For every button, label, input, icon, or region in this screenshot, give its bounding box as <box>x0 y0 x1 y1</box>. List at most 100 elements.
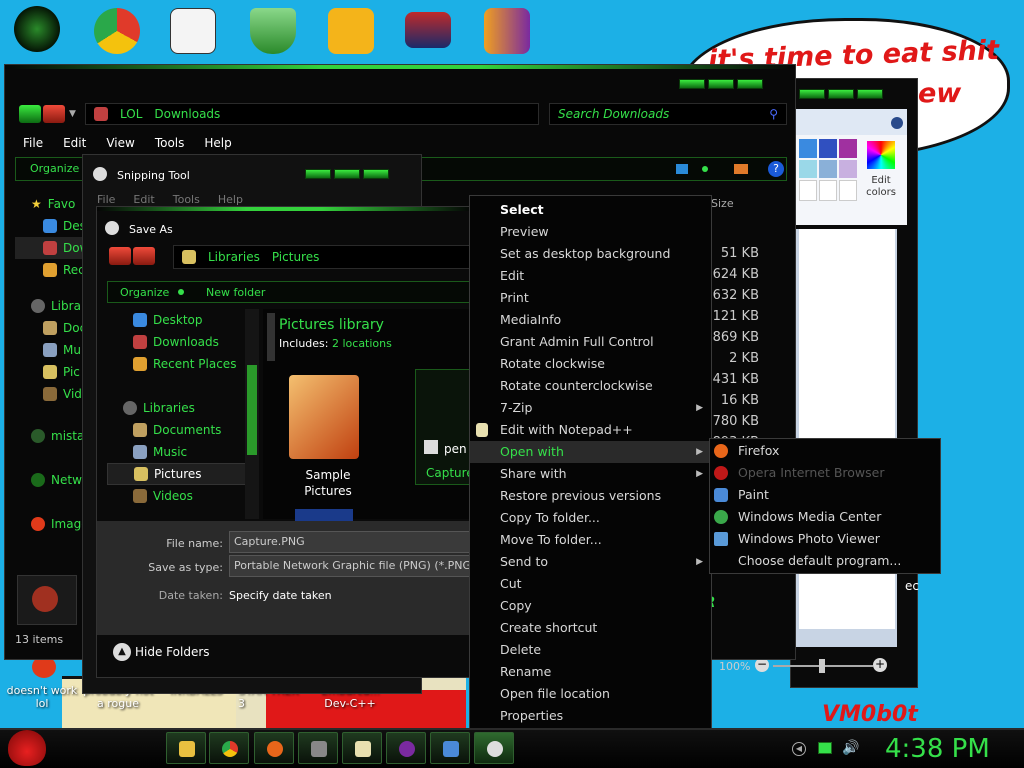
taskbar-chrome[interactable] <box>209 732 249 764</box>
new-folder-button[interactable]: New folder <box>206 286 265 299</box>
menu-item-mediainfo[interactable]: MediaInfo <box>470 309 711 331</box>
menu-item-edit[interactable]: Edit <box>470 265 711 287</box>
menu-item-send-to[interactable]: Send to ▶ <box>470 551 711 573</box>
nav-recent[interactable]: Rec <box>43 259 87 281</box>
edit-colors-button[interactable]: Edit colors <box>859 175 903 199</box>
nav-music[interactable]: Music <box>133 441 257 463</box>
zoom-slider-thumb[interactable] <box>819 659 825 673</box>
chevron-up-icon[interactable]: ▲ <box>113 643 131 661</box>
scrollbar-thumb[interactable] <box>247 365 257 455</box>
menu-item-delete[interactable]: Delete <box>470 639 711 661</box>
menu-item-cut[interactable]: Cut <box>470 573 711 595</box>
menu-item-7zip[interactable]: 7-Zip ▶ <box>470 397 711 419</box>
nav-documents[interactable]: Doc <box>43 317 87 339</box>
back-button[interactable] <box>19 105 41 123</box>
screensaver-icon[interactable] <box>405 12 451 48</box>
nav-music[interactable]: Mu <box>43 339 87 361</box>
menu-item-create-shortcut[interactable]: Create shortcut <box>470 617 711 639</box>
menu-item-rename[interactable]: Rename <box>470 661 711 683</box>
window-controls[interactable] <box>679 79 763 89</box>
menu-item-set-background[interactable]: Set as desktop background <box>470 243 711 265</box>
color-palette[interactable] <box>799 139 859 201</box>
show-hidden-icons-icon[interactable]: ◀ <box>792 742 806 756</box>
includes-link[interactable]: 2 locations <box>332 337 392 350</box>
breadcrumb-item[interactable]: Libraries <box>208 250 260 264</box>
folder-label[interactable]: Sample Pictures <box>273 467 383 499</box>
menu-file[interactable]: File <box>23 136 43 150</box>
volume-icon[interactable]: 🔊 <box>842 740 859 756</box>
menu-tools[interactable]: Tools <box>173 193 200 206</box>
menu-item-rotate-cw[interactable]: Rotate clockwise <box>470 353 711 375</box>
nav-desktop[interactable]: Desktop <box>133 309 257 331</box>
forward-button[interactable] <box>133 247 155 265</box>
organize-button[interactable]: Organize <box>120 286 169 299</box>
selected-file-tile[interactable]: pen Capture <box>415 369 475 485</box>
menu-file[interactable]: File <box>97 193 115 206</box>
mistake-icon[interactable] <box>14 6 60 52</box>
view-icon[interactable] <box>676 164 688 174</box>
menu-item-open-with[interactable]: Open with ▶ <box>470 441 711 463</box>
column-header-size[interactable]: Size <box>711 193 771 215</box>
zoom-out-button[interactable]: − <box>755 658 769 672</box>
menu-edit[interactable]: Edit <box>133 193 154 206</box>
nav-pictures[interactable]: Pictures <box>107 463 257 485</box>
menu-item-select[interactable]: Select <box>470 199 711 221</box>
solitaire-icon[interactable] <box>170 8 216 54</box>
file-list[interactable]: Pictures library Includes: 2 locations S… <box>263 309 475 521</box>
search-input[interactable]: Search Downloads ⚲ <box>549 103 787 125</box>
menu-item-rotate-ccw[interactable]: Rotate counterclockwise <box>470 375 711 397</box>
open-with-firefox[interactable]: Firefox <box>710 440 940 462</box>
menu-item-preview[interactable]: Preview <box>470 221 711 243</box>
nav-downloads[interactable]: Downloads <box>133 331 257 353</box>
taskbar-firefox[interactable] <box>254 732 294 764</box>
zoom-in-button[interactable]: + <box>873 658 887 672</box>
save-as-dialog[interactable]: Save As Libraries Pictures Organize New … <box>96 206 475 678</box>
taskbar-paint[interactable] <box>430 732 470 764</box>
menu-help[interactable]: Help <box>204 136 231 150</box>
menu-tools[interactable]: Tools <box>155 136 185 150</box>
open-with-paint[interactable]: Paint <box>710 484 940 506</box>
menu-help[interactable]: Help <box>218 193 243 206</box>
nav-image[interactable]: Image <box>31 513 89 535</box>
desktop-icon-label[interactable]: doesn't work lol <box>2 684 82 710</box>
taskbar-tor[interactable] <box>386 732 426 764</box>
back-button[interactable] <box>109 247 131 265</box>
nav-pictures[interactable]: Pic <box>43 361 87 383</box>
taskbar-explorer[interactable] <box>166 732 206 764</box>
menu-item-properties[interactable]: Properties <box>470 705 711 727</box>
context-menu[interactable]: Select Preview Set as desktop background… <box>469 195 712 730</box>
choose-default-program[interactable]: Choose default program... <box>710 550 940 572</box>
nav-libraries[interactable]: Libra <box>31 295 87 317</box>
address-bar[interactable]: LOL Downloads <box>85 103 539 125</box>
tor-browser-icon[interactable] <box>484 8 530 54</box>
help-icon[interactable]: ? <box>768 161 784 177</box>
address-bar[interactable]: Libraries Pictures <box>173 245 473 269</box>
preview-pane-icon[interactable] <box>734 164 748 174</box>
shield-icon[interactable] <box>250 8 296 54</box>
scrollbar[interactable] <box>267 313 275 361</box>
breadcrumb-item[interactable]: Downloads <box>154 107 220 121</box>
menu-view[interactable]: View <box>106 136 134 150</box>
menu-item-print[interactable]: Print <box>470 287 711 309</box>
nav-libraries[interactable]: Libraries <box>123 397 257 419</box>
organize-button[interactable]: Organize <box>30 162 79 175</box>
menu-item-copy[interactable]: Copy <box>470 595 711 617</box>
breadcrumb-item[interactable]: Pictures <box>272 250 320 264</box>
menu-item-move-to-folder[interactable]: Move To folder... <box>470 529 711 551</box>
file-name-input[interactable]: Capture.PNG <box>229 531 471 553</box>
menu-item-restore-versions[interactable]: Restore previous versions <box>470 485 711 507</box>
help-icon[interactable] <box>891 117 903 129</box>
taskbar-notepad[interactable] <box>342 732 382 764</box>
forward-button[interactable] <box>43 105 65 123</box>
nav-network[interactable]: Netwo <box>31 469 89 491</box>
window-controls[interactable] <box>799 89 883 99</box>
window-controls[interactable] <box>305 169 389 179</box>
chevron-down-icon[interactable]: ▼ <box>69 109 76 119</box>
menu-edit[interactable]: Edit <box>63 136 86 150</box>
hide-folders-button[interactable]: Hide Folders <box>135 645 210 659</box>
menu-item-share-with[interactable]: Share with ▶ <box>470 463 711 485</box>
angry-birds-pig-icon[interactable] <box>328 8 374 54</box>
save-type-select[interactable]: Portable Network Graphic file (PNG) (*.P… <box>229 555 471 577</box>
folder-icon[interactable] <box>289 375 359 459</box>
dot-icon[interactable] <box>702 166 708 172</box>
